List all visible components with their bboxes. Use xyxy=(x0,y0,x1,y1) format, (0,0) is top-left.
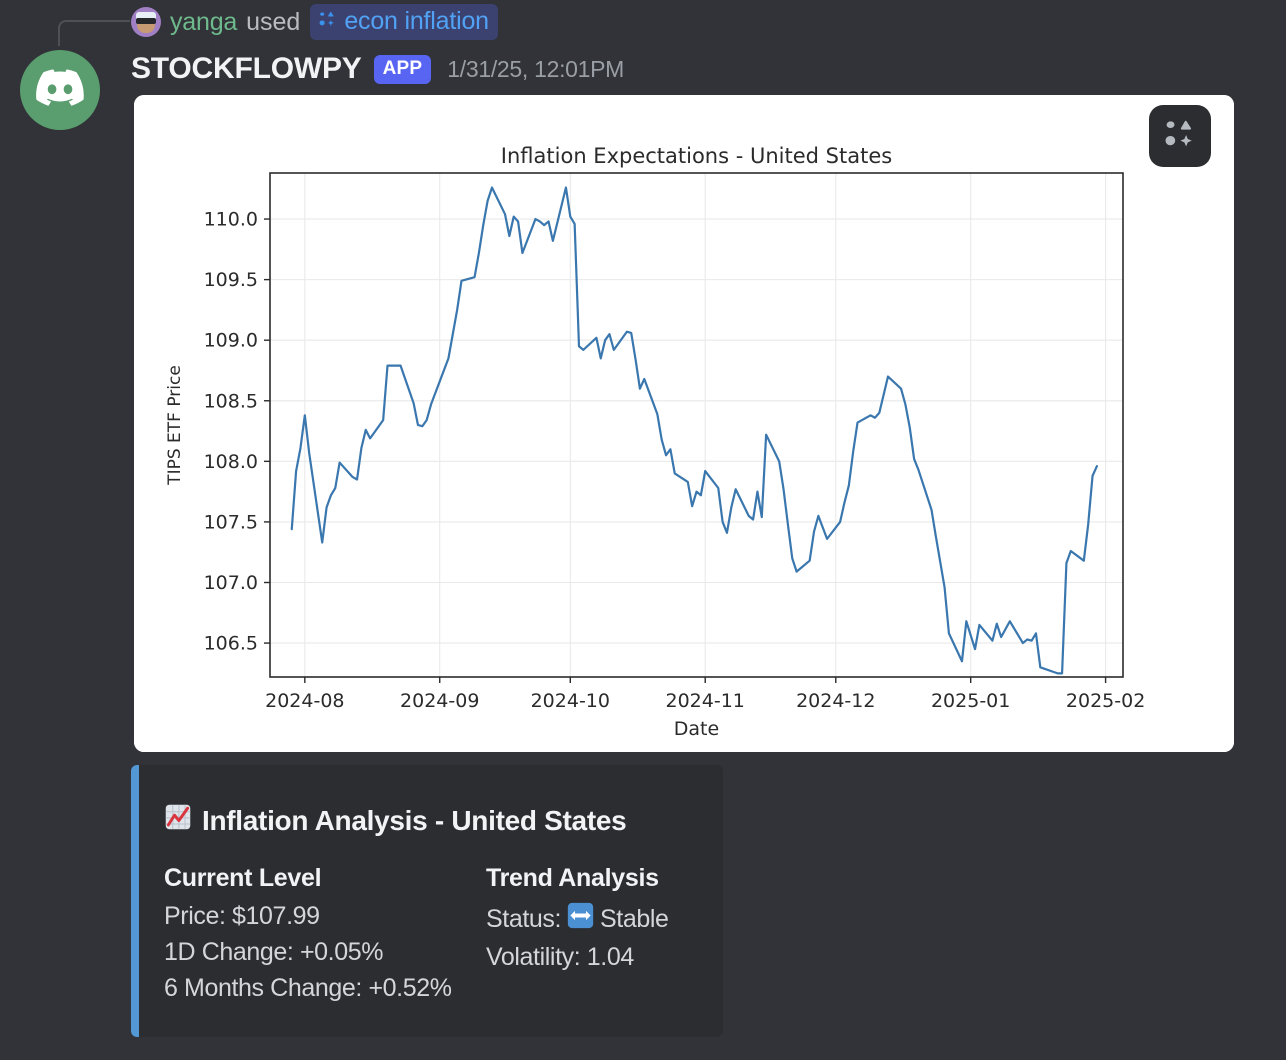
field-value-line: 6 Months Change: +0.52% xyxy=(164,974,452,1002)
status-line: Status: Stable xyxy=(486,902,669,936)
svg-text:107.0: 107.0 xyxy=(204,572,258,594)
svg-text:2024-12: 2024-12 xyxy=(796,690,875,712)
svg-text:106.5: 106.5 xyxy=(204,633,258,655)
chart-increasing-emoji xyxy=(164,803,192,838)
field-name: Current Level xyxy=(164,864,322,892)
svg-text:108.0: 108.0 xyxy=(204,451,258,473)
discord-logo-icon xyxy=(36,69,84,111)
command-reply-header: yanga used econ inflation xyxy=(0,0,1286,46)
avatar-glasses xyxy=(136,18,156,24)
svg-text:107.5: 107.5 xyxy=(204,511,258,533)
apps-icon xyxy=(318,10,337,34)
apps-badge[interactable] xyxy=(1149,105,1211,167)
svg-text:Inflation Expectations - Unite: Inflation Expectations - United States xyxy=(501,144,892,168)
field-value-line: Volatility: 1.04 xyxy=(486,943,634,971)
field-name: Trend Analysis xyxy=(486,864,659,892)
embed-title-row: Inflation Analysis - United States xyxy=(164,803,709,838)
analysis-embed[interactable]: Inflation Analysis - United States Curre… xyxy=(131,765,723,1037)
left-right-arrow-emoji xyxy=(567,902,594,936)
apps-icon xyxy=(1163,117,1197,156)
svg-text:2025-02: 2025-02 xyxy=(1066,690,1145,712)
message-author[interactable]: STOCKFLOWPY xyxy=(131,52,362,86)
command-inline: yanga used econ inflation xyxy=(131,4,498,40)
svg-text:Date: Date xyxy=(674,718,719,740)
command-used-label: used xyxy=(246,7,301,36)
app-badge: APP xyxy=(373,54,432,84)
bot-avatar[interactable] xyxy=(20,50,100,130)
avatar[interactable] xyxy=(131,7,161,37)
field-value-line: 1D Change: +0.05% xyxy=(164,938,384,966)
svg-text:109.5: 109.5 xyxy=(204,269,258,291)
embed-accent-bar xyxy=(131,765,139,1037)
svg-text:2025-01: 2025-01 xyxy=(931,690,1010,712)
embed-fields: Current Level Price: $107.99 1D Change: … xyxy=(164,864,709,1003)
svg-text:2024-09: 2024-09 xyxy=(400,690,479,712)
command-username[interactable]: yanga xyxy=(170,8,237,37)
svg-text:2024-08: 2024-08 xyxy=(265,690,344,712)
svg-text:TIPS ETF Price: TIPS ETF Price xyxy=(165,365,185,486)
field-value-line: Price: $107.99 xyxy=(164,902,320,930)
message-timestamp: 1/31/25, 12:01PM xyxy=(447,55,625,82)
embed-field-trend-analysis: Trend Analysis Status: Stable Volatility… xyxy=(486,864,669,1003)
slash-command-name: econ inflation xyxy=(344,7,489,35)
embed-field-current-level: Current Level Price: $107.99 1D Change: … xyxy=(164,864,486,1003)
reply-spine xyxy=(58,20,130,46)
svg-text:2024-11: 2024-11 xyxy=(666,690,745,712)
svg-text:110.0: 110.0 xyxy=(204,209,258,231)
status-label: Status: xyxy=(486,904,562,933)
embed-body: Inflation Analysis - United States Curre… xyxy=(164,803,709,1003)
matplotlib-figure: 106.5 107.0 107.5 108.0 108.5 109.0 109.5 110.0… xyxy=(134,95,1234,752)
message-header: STOCKFLOWPY APP 1/31/25, 12:01PM xyxy=(131,52,624,86)
svg-text:108.5: 108.5 xyxy=(204,390,258,412)
status-value: Stable xyxy=(600,904,669,933)
embed-title-text: Inflation Analysis - United States xyxy=(202,804,627,836)
slash-command-pill[interactable]: econ inflation xyxy=(310,4,498,40)
svg-text:109.0: 109.0 xyxy=(204,330,258,352)
svg-text:2024-10: 2024-10 xyxy=(531,690,610,712)
chart-attachment-card[interactable]: 106.5 107.0 107.5 108.0 108.5 109.0 109.5 110.0… xyxy=(134,95,1234,752)
